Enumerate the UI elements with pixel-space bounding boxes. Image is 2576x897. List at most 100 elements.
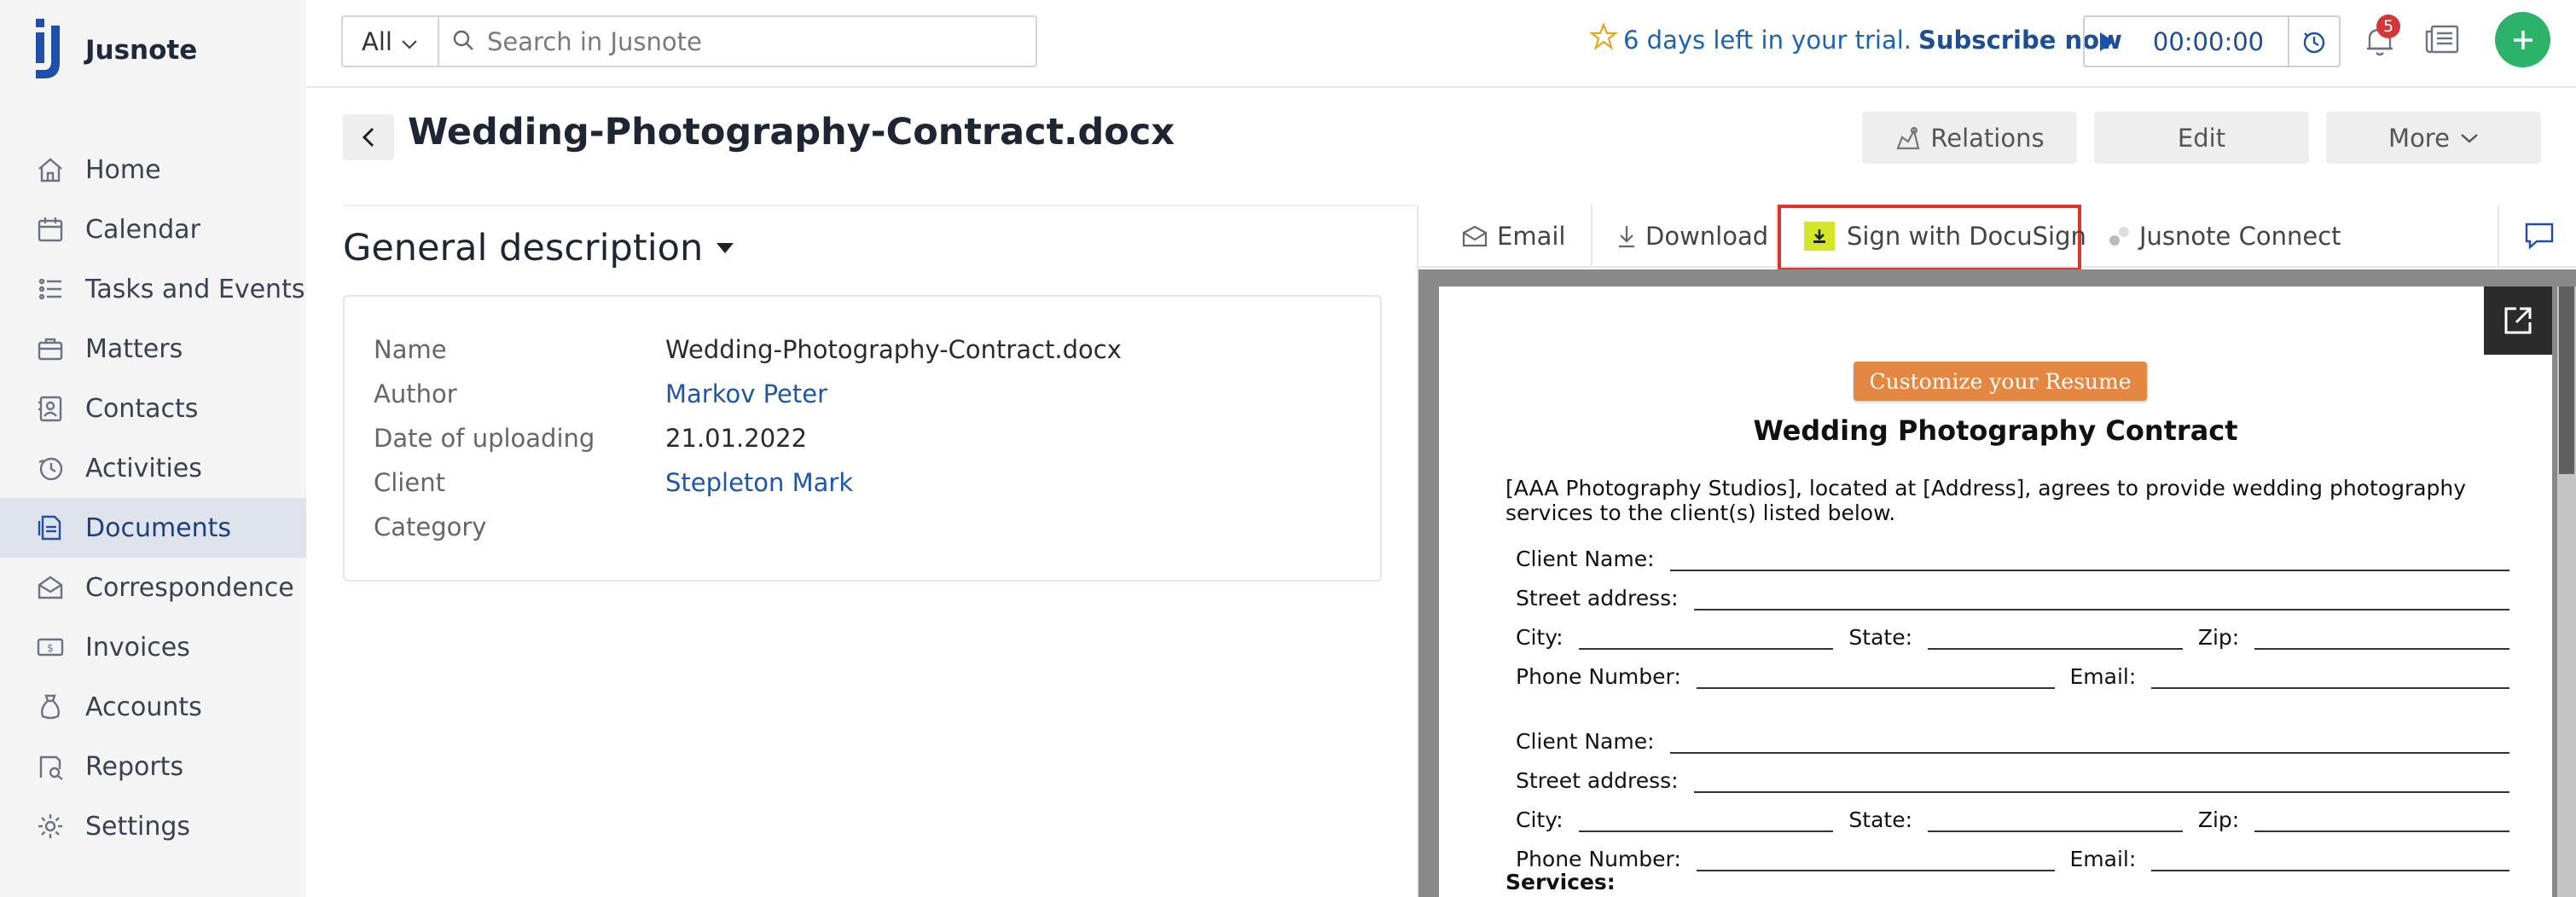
sidebar-item-matters[interactable]: Matters — [0, 319, 306, 379]
sidebar-item-settings[interactable]: Settings — [0, 796, 306, 856]
settings-icon — [34, 810, 67, 842]
contract-intro: [AAA Photography Studios], located at [A… — [1506, 476, 2467, 525]
author-link[interactable]: Markov Peter — [665, 379, 827, 408]
download-icon — [1616, 223, 1637, 249]
blank-line — [1696, 853, 2055, 871]
news-icon[interactable] — [2423, 21, 2461, 62]
timer-value: 00:00:00 — [2152, 26, 2265, 56]
sidebar-item-activities[interactable]: Activities — [0, 438, 306, 498]
document-viewer-panel: Email Download Sign with DocuSign Jusnot… — [1417, 205, 2576, 897]
search-scope-select[interactable]: All — [343, 17, 439, 66]
reports-icon — [34, 750, 67, 783]
field-label: Zip: — [2197, 807, 2240, 832]
search-bar: All — [341, 15, 1037, 67]
blank-line — [2254, 813, 2509, 832]
download-label: Download — [1645, 222, 1769, 251]
blank-line — [1578, 813, 1834, 832]
blank-line — [1578, 631, 1834, 650]
sidebar-item-calendar[interactable]: Calendar — [0, 200, 306, 259]
download-button[interactable]: Download — [1616, 205, 1768, 268]
plus-icon — [2513, 30, 2532, 49]
chevron-down-icon — [401, 27, 418, 56]
street-address-line: Street address: — [1516, 764, 2509, 793]
sidebar-item-invoices[interactable]: $ Invoices — [0, 617, 306, 677]
top-bar: All 6 days left in your trial. Subscribe… — [306, 0, 2576, 88]
relations-button[interactable]: Relations — [1862, 112, 2077, 164]
document-page: Customize your Resume Wedding Photograph… — [1439, 286, 2552, 897]
home-icon — [34, 153, 67, 186]
sidebar-item-correspondence[interactable]: Correspondence — [0, 558, 306, 617]
sidebar-item-tasks[interactable]: Tasks and Events — [0, 259, 306, 319]
documents-icon — [34, 512, 67, 544]
sidebar-item-label: Accounts — [85, 692, 202, 722]
city-state-zip-line: City: State: Zip: — [1516, 621, 2509, 650]
more-button[interactable]: More — [2326, 112, 2541, 164]
invoice-icon: $ — [34, 631, 67, 663]
svg-text:$: $ — [47, 642, 54, 654]
client-name-line: Client Name: — [1516, 542, 2509, 571]
field-label: Zip: — [2197, 625, 2240, 650]
field-row-client: Client Stepleton Mark — [374, 466, 853, 500]
section-divider — [343, 205, 1416, 206]
street-address-line: Street address: — [1516, 582, 2509, 611]
field-label: State: — [1848, 807, 1913, 832]
app-logo[interactable]: Jusnote — [32, 19, 197, 82]
accounts-icon — [34, 691, 67, 723]
sidebar-item-label: Home — [85, 154, 161, 185]
chevron-left-icon — [362, 127, 374, 148]
back-button[interactable] — [343, 114, 394, 160]
field-row-category: Category — [374, 510, 665, 544]
blank-line — [2151, 853, 2510, 871]
sign-with-docusign-button[interactable]: Sign with DocuSign — [1804, 205, 2086, 268]
sidebar-item-label: Correspondence — [85, 572, 294, 603]
field-label: Email: — [2069, 664, 2137, 689]
field-label: Phone Number: — [1516, 664, 1681, 689]
timer-history-icon[interactable] — [2288, 17, 2339, 66]
trial-banner: 6 days left in your trial. Subscribe now — [1588, 22, 2122, 57]
client-link[interactable]: Stepleton Mark — [665, 468, 853, 497]
viewer-scrollbar[interactable] — [2557, 286, 2576, 897]
blank-line — [2254, 631, 2509, 650]
sidebar-item-documents[interactable]: Documents — [0, 498, 306, 558]
relations-icon — [1894, 125, 1922, 151]
blank-line — [1928, 813, 2183, 832]
blank-line — [2151, 670, 2510, 689]
customize-resume-button[interactable]: Customize your Resume — [1854, 362, 2147, 401]
scrollbar-thumb[interactable] — [2559, 286, 2574, 474]
sidebar-item-accounts[interactable]: Accounts — [0, 677, 306, 737]
email-button[interactable]: Email — [1461, 205, 1565, 268]
field-label: Client Name: — [1516, 547, 1655, 571]
field-label: Email: — [2069, 847, 2137, 871]
tab-divider — [1591, 205, 1593, 268]
connect-icon — [2107, 224, 2131, 248]
phone-email-line: Phone Number: Email: — [1516, 660, 2510, 689]
edit-button[interactable]: Edit — [2094, 112, 2309, 164]
sidebar-item-label: Invoices — [85, 632, 190, 663]
comments-icon[interactable] — [2523, 220, 2556, 254]
open-external-button[interactable] — [2484, 286, 2552, 355]
sidebar-item-contacts[interactable]: Contacts — [0, 379, 306, 438]
field-row-date: Date of uploading 21.01.2022 — [374, 421, 807, 455]
blank-line — [1693, 774, 2509, 793]
docusign-label: Sign with DocuSign — [1847, 222, 2086, 251]
blank-line — [1928, 631, 2183, 650]
general-description-toggle[interactable]: General description — [343, 227, 735, 269]
play-icon[interactable] — [2085, 31, 2129, 53]
sidebar: Jusnote Home Calendar Tasks and Events M… — [0, 0, 306, 897]
jusnote-connect-button[interactable]: Jusnote Connect — [2107, 205, 2341, 268]
sidebar-item-home[interactable]: Home — [0, 140, 306, 200]
document-preview[interactable]: Customize your Resume Wedding Photograph… — [1419, 269, 2576, 897]
search-input[interactable] — [487, 26, 1016, 56]
docusign-icon — [1804, 222, 1835, 251]
external-link-icon — [2504, 307, 2532, 334]
sidebar-item-label: Calendar — [85, 214, 200, 245]
phone-email-line: Phone Number: Email: — [1516, 842, 2510, 871]
field-label: Client — [374, 468, 445, 497]
sidebar-item-reports[interactable]: Reports — [0, 737, 306, 796]
activities-icon — [34, 452, 67, 484]
chevron-down-icon — [2460, 132, 2479, 144]
star-icon — [1588, 22, 1619, 57]
add-button[interactable] — [2495, 12, 2550, 67]
services-heading: Services: — [1506, 870, 1616, 894]
sidebar-item-label: Matters — [85, 333, 183, 364]
